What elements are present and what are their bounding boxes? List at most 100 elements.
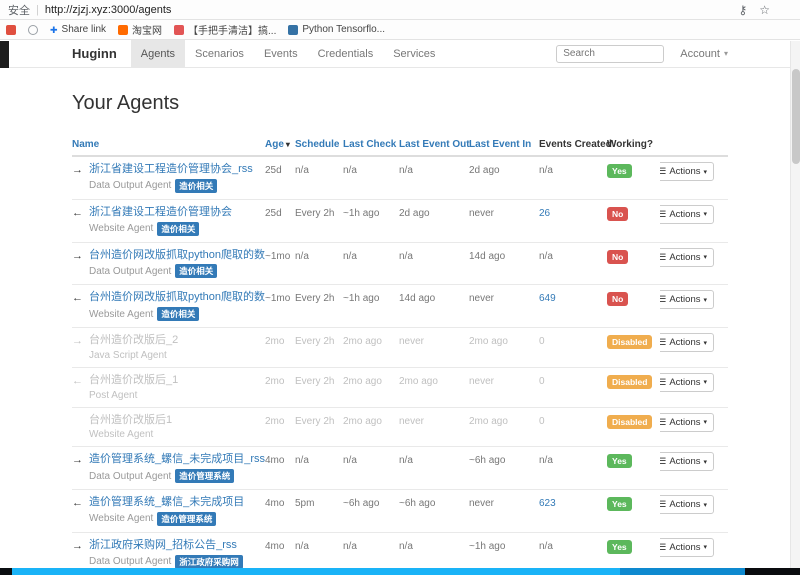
actions-button[interactable]: ☰ Actions ▾: [660, 495, 714, 514]
nav-agents[interactable]: Agents: [131, 40, 185, 67]
scenario-badge[interactable]: 造价相关: [157, 222, 199, 236]
nav-services[interactable]: Services: [383, 40, 445, 67]
cell-events-created[interactable]: 0: [539, 413, 607, 427]
cell-last-event-out: never: [399, 333, 469, 347]
cell-working: No: [607, 248, 660, 264]
actions-button[interactable]: ☰ Actions ▾: [660, 538, 714, 557]
url-text[interactable]: http://zjzj.xyz:3000/agents: [45, 4, 172, 16]
agent-name-link[interactable]: 浙江政府采购网_招标公告_rss: [89, 539, 243, 553]
table-row: → 台州造价网改版抓取python爬取的数据_rss Data Output A…: [72, 243, 728, 286]
menu-icon: ☰: [660, 337, 666, 348]
agent-name-link[interactable]: 台州造价改版后_1: [89, 374, 178, 388]
event-flow-arrow-icon: →: [72, 249, 84, 279]
cell-events-created[interactable]: 649: [539, 290, 607, 304]
actions-button[interactable]: ☰ Actions ▾: [660, 413, 714, 432]
agent-name-link[interactable]: 造价管理系统_螺信_未完成项目: [89, 496, 244, 510]
search-input[interactable]: [556, 45, 664, 63]
actions-button-label: Actions: [669, 252, 700, 263]
cell-age: 2mo: [265, 333, 295, 347]
agent-type-label: Data Output Agent: [89, 180, 171, 191]
event-flow-arrow-icon: [72, 414, 84, 441]
actions-button[interactable]: ☰ Actions ▾: [660, 373, 714, 392]
caret-down-icon: ▾: [703, 543, 707, 551]
cell-working: Disabled: [607, 373, 660, 389]
agent-name-link[interactable]: 浙江省建设工程造价管理协会: [89, 206, 232, 220]
globe-icon[interactable]: [28, 25, 38, 35]
bookmark-taobao[interactable]: 淘宝网: [118, 22, 162, 37]
agent-name-link[interactable]: 浙江省建设工程造价管理协会_rss: [89, 163, 253, 177]
agent-name-link[interactable]: 台州造价网改版抓取python爬取的数据_rss: [89, 249, 265, 263]
agent-name-link[interactable]: 台州造价改版后_2: [89, 334, 178, 348]
scrollbar[interactable]: [790, 41, 800, 568]
bookmark-listing[interactable]: 【手把手清洁】搞...: [174, 22, 276, 37]
cell-name: → 造价管理系统_螺信_未完成项目_rss Data Output Agent …: [72, 452, 265, 483]
cell-events-created: n/a: [539, 248, 607, 262]
actions-button[interactable]: ☰ Actions ▾: [660, 290, 714, 309]
event-flow-arrow-icon: →: [72, 163, 84, 193]
nav-scenarios[interactable]: Scenarios: [185, 40, 254, 67]
cell-last-check: 2mo ago: [343, 373, 399, 387]
scrollbar-thumb[interactable]: [792, 69, 800, 164]
security-label[interactable]: 安全: [8, 2, 30, 18]
bookmark-label: 淘宝网: [132, 22, 162, 37]
col-last-event-in[interactable]: Last Event In: [469, 139, 539, 155]
nav-events[interactable]: Events: [254, 40, 308, 67]
password-key-icon[interactable]: ⚷: [738, 3, 747, 17]
brand-huginn[interactable]: Huginn: [72, 46, 117, 61]
bookmark-python-tensorflow[interactable]: Python Tensorflo...: [288, 24, 385, 35]
cell-schedule: n/a: [295, 248, 343, 262]
cell-actions: ☰ Actions ▾: [660, 162, 728, 181]
table-body: → 浙江省建设工程造价管理协会_rss Data Output Agent 造价…: [72, 157, 728, 575]
table-row: → 台州造价改版后_2 Java Script Agent 2mo Every …: [72, 328, 728, 368]
bookmark-star-icon[interactable]: ☆: [759, 3, 770, 17]
cell-age: 2mo: [265, 373, 295, 387]
cell-age: 2mo: [265, 413, 295, 427]
bookmark-share-link[interactable]: ✚ Share link: [50, 24, 106, 35]
cell-last-check: ~6h ago: [343, 495, 399, 509]
actions-button[interactable]: ☰ Actions ▾: [660, 162, 714, 181]
actions-button-label: Actions: [669, 377, 700, 388]
table-row: → 浙江省建设工程造价管理协会_rss Data Output Agent 造价…: [72, 157, 728, 200]
nav-credentials[interactable]: Credentials: [308, 40, 384, 67]
actions-button[interactable]: ☰ Actions ▾: [660, 452, 714, 471]
col-last-event-out[interactable]: Last Event Out: [399, 139, 469, 155]
cell-working: Yes: [607, 452, 660, 468]
table-row: 台州造价改版后1 Website Agent 2mo Every 2h 2mo …: [72, 408, 728, 448]
actions-button-label: Actions: [669, 166, 700, 177]
cell-events-created[interactable]: 0: [539, 333, 607, 347]
cell-name: → 台州造价改版后_2 Java Script Agent: [72, 333, 265, 361]
scenario-badge[interactable]: 造价管理系统: [157, 512, 216, 526]
agent-type-label: Data Output Agent: [89, 266, 171, 277]
bookmark-label: Share link: [62, 24, 106, 35]
agent-name-link[interactable]: 造价管理系统_螺信_未完成项目_rss: [89, 453, 265, 467]
col-last-check[interactable]: Last Check: [343, 139, 399, 155]
cell-events-created[interactable]: 623: [539, 495, 607, 509]
caret-down-icon: ▾: [703, 210, 707, 218]
account-menu[interactable]: Account ▾: [680, 48, 728, 60]
col-name[interactable]: Name: [72, 139, 265, 155]
cell-events-created[interactable]: 26: [539, 205, 607, 219]
agent-name-link[interactable]: 台州造价改版后1: [89, 414, 172, 428]
agents-page: Your Agents Name Age▾ Schedule Last Chec…: [72, 68, 728, 575]
cell-schedule: n/a: [295, 162, 343, 176]
actions-button[interactable]: ☰ Actions ▾: [660, 205, 714, 224]
actions-button[interactable]: ☰ Actions ▾: [660, 333, 714, 352]
cell-last-event-out: 2mo ago: [399, 373, 469, 387]
scenario-badge[interactable]: 造价相关: [175, 179, 217, 193]
scenario-badge[interactable]: 造价相关: [175, 264, 217, 278]
actions-button-label: Actions: [669, 294, 700, 305]
agent-name-link[interactable]: 台州造价网改版抓取python爬取的数据: [89, 291, 265, 305]
actions-button[interactable]: ☰ Actions ▾: [660, 248, 714, 267]
cell-last-check: n/a: [343, 248, 399, 262]
scenario-badge[interactable]: 造价相关: [157, 307, 199, 321]
col-age[interactable]: Age▾: [265, 139, 295, 155]
col-schedule[interactable]: Schedule: [295, 139, 343, 155]
browser-app-icon[interactable]: [6, 25, 16, 35]
scenario-badge[interactable]: 浙江政府采购网: [175, 555, 243, 569]
actions-button-label: Actions: [669, 417, 700, 428]
sort-caret-icon: ▾: [286, 140, 290, 149]
scenario-badge[interactable]: 造价管理系统: [175, 469, 234, 483]
cell-events-created[interactable]: 0: [539, 373, 607, 387]
working-status-badge: Disabled: [607, 415, 652, 429]
cell-actions: ☰ Actions ▾: [660, 333, 728, 352]
